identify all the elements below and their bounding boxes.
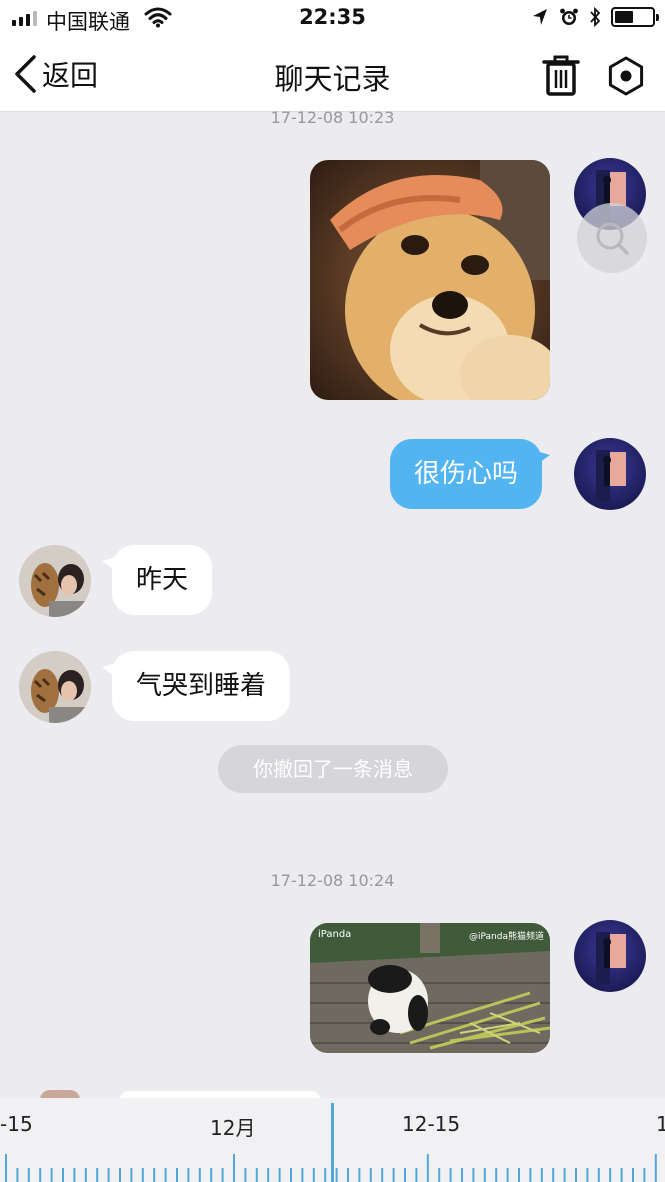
image-caption-right: @iPanda熊猫频道 — [469, 932, 544, 942]
avatar-me[interactable] — [574, 920, 646, 992]
bluetooth-icon — [590, 7, 601, 27]
avatar-other[interactable] — [19, 545, 91, 617]
date-timeline-scrubber[interactable]: -15 12月 12-15 1 — [0, 1098, 665, 1182]
timestamp-top: 17-12-08 10:23 — [270, 108, 395, 127]
avatar-me[interactable] — [574, 438, 646, 510]
avatar-me-image — [596, 450, 626, 502]
search-icon — [596, 222, 629, 255]
avatar-me-image — [596, 932, 626, 984]
image-message-panda[interactable]: iPanda @iPanda熊猫频道 — [310, 923, 550, 1053]
avatar-other-image — [19, 545, 91, 617]
timeline-label: 12月 — [210, 1116, 256, 1140]
panda-image — [310, 923, 550, 1053]
message-bubble-other[interactable]: 气哭到睡着 — [101, 651, 291, 721]
image-caption-left: iPanda — [318, 929, 352, 940]
search-floating-button[interactable] — [577, 203, 647, 273]
trash-icon[interactable] — [541, 55, 581, 97]
shiba-dog-image — [310, 160, 550, 400]
alarm-icon — [560, 8, 578, 25]
message-bubble-other[interactable]: 昨天 — [101, 545, 213, 615]
timestamp: 17-12-08 10:24 — [270, 871, 395, 890]
timeline-label: -15 — [0, 1112, 33, 1136]
settings-hexagon-icon[interactable] — [605, 55, 647, 97]
timeline-cursor[interactable] — [331, 1103, 334, 1182]
avatar-other[interactable] — [19, 651, 91, 723]
location-arrow-icon — [533, 9, 547, 25]
avatar-other-image — [19, 651, 91, 723]
nav-bar: 返回 聊天记录 — [0, 38, 665, 112]
recalled-notice: 你撤回了一条消息 — [218, 745, 448, 793]
status-bar: 中国联通 22:35 — [0, 0, 665, 38]
timeline-label: 12-15 — [402, 1112, 461, 1136]
timeline-label: 1 — [656, 1112, 665, 1136]
battery-icon — [611, 7, 659, 27]
image-message-dog[interactable] — [310, 160, 550, 400]
message-bubble-me[interactable]: 很伤心吗 — [390, 439, 551, 509]
